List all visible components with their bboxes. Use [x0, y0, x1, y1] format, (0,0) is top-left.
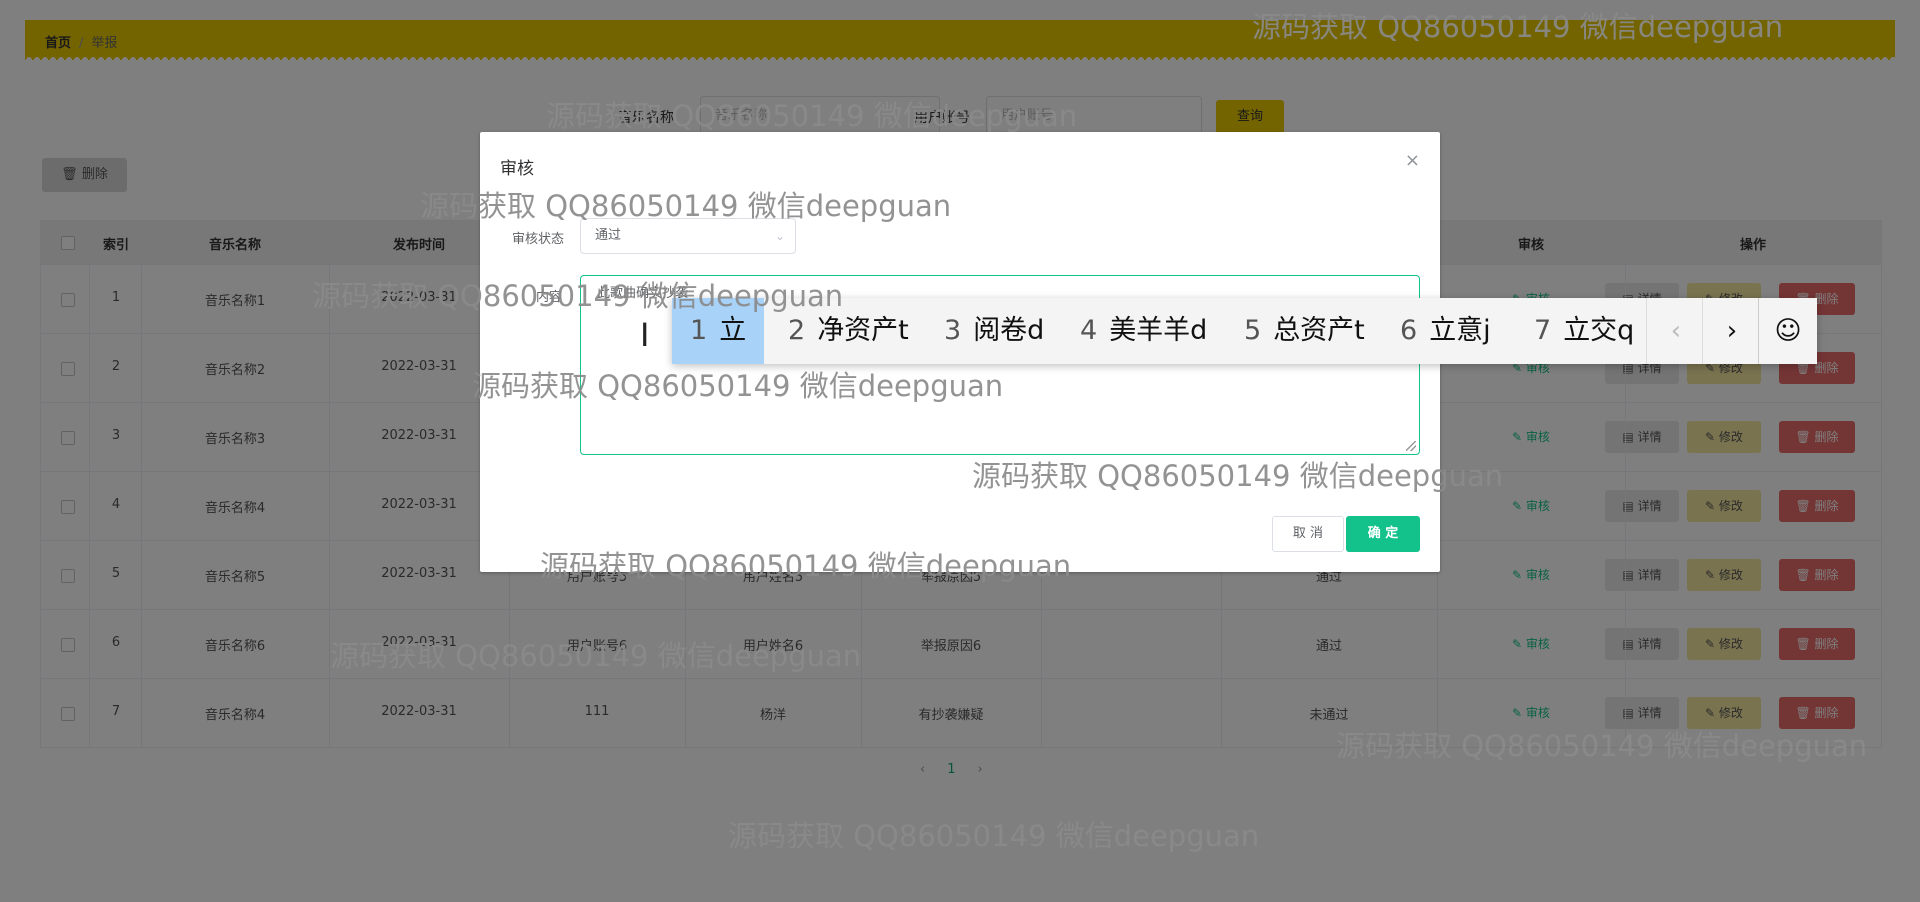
- watermark: 源码获取 QQ86050149 微信deepguan: [420, 189, 952, 223]
- ime-candidate-7[interactable]: 7 立交q: [1534, 298, 1634, 364]
- watermark: 源码获取 QQ86050149 微信deepguan: [728, 819, 1260, 853]
- ime-candidate-4[interactable]: 4 美羊羊d: [1080, 298, 1207, 364]
- watermark: 源码获取 QQ86050149 微信deepguan: [312, 279, 844, 313]
- watermark: 源码获取 QQ86050149 微信deepguan: [546, 99, 1078, 133]
- ime-candidate-5[interactable]: 5 总资产t: [1244, 298, 1365, 364]
- ime-next-icon[interactable]: ›: [1702, 298, 1761, 364]
- resize-handle[interactable]: [1406, 441, 1416, 451]
- watermark: 源码获取 QQ86050149 微信deepguan: [330, 639, 862, 673]
- watermark: 源码获取 QQ86050149 微信deepguan: [472, 369, 1004, 403]
- watermark: 源码获取 QQ86050149 微信deepguan: [1336, 729, 1868, 763]
- ime-candidate-6[interactable]: 6 立意j: [1400, 298, 1491, 364]
- audit-status-label: 审核状态: [512, 232, 565, 247]
- watermark: 源码获取 QQ86050149 微信deepguan: [540, 549, 1072, 583]
- ime-prev-icon[interactable]: ‹: [1646, 298, 1705, 364]
- watermark: 源码获取 QQ86050149 微信deepguan: [972, 459, 1504, 493]
- app: 首页/举报 音乐名称 音乐名称 用户账号 用户账号 查询 🗑 删除 索引 音乐名…: [0, 0, 1920, 902]
- emoji-icon[interactable]: ☺: [1758, 298, 1817, 364]
- watermark: 源码获取 QQ86050149 微信deepguan: [1252, 10, 1784, 44]
- text-cursor-icon: I: [640, 316, 650, 354]
- confirm-button[interactable]: 确 定: [1346, 516, 1420, 552]
- ime-candidate-bar: 1立 2 净资产t 3 阅卷d 4 美羊羊d 5 总资产t 6 立意j 7 立交q ‹ › …: [672, 298, 1817, 364]
- cancel-button[interactable]: 取 消: [1272, 516, 1344, 552]
- ime-candidate-3[interactable]: 3 阅卷d: [944, 298, 1044, 364]
- audit-status-value: 通过: [595, 228, 622, 243]
- dialog-title: 审核: [500, 159, 534, 179]
- close-icon[interactable]: ×: [1405, 150, 1420, 171]
